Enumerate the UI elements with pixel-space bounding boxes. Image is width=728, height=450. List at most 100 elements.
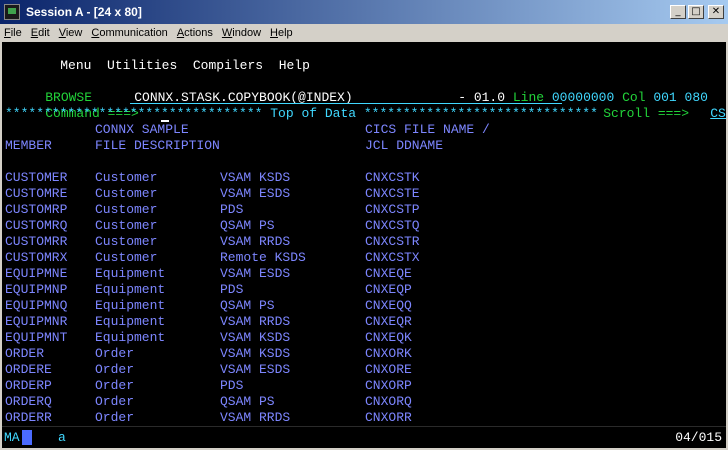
row-type: PDS [220, 202, 244, 217]
ispf-menu-utilities[interactable]: Utilities [107, 58, 177, 73]
ispf-menu-menu[interactable]: Menu [60, 58, 91, 73]
browse-header: BROWSE [14, 74, 92, 105]
row-desc: Order [95, 346, 135, 361]
row-member[interactable]: EQUIPMNP [5, 282, 67, 298]
row-dd: CNXCSTQ [365, 218, 420, 233]
row-desc: Customer [95, 218, 158, 233]
menu-actions[interactable]: Actions [177, 27, 213, 39]
row-dd: CNXEQR [365, 314, 412, 329]
row-dd: CNXCSTX [365, 250, 420, 265]
row-desc: Customer [95, 170, 158, 185]
row-desc: Order [95, 394, 135, 409]
status-indicator: MA [4, 430, 20, 445]
menu-file[interactable]: File [4, 27, 22, 39]
ispf-menu-help[interactable]: Help [279, 58, 310, 73]
oia-status-bar: MA a 04/015 [2, 426, 726, 448]
window-title: Session A - [24 x 80] [26, 5, 142, 19]
row-member[interactable]: CUSTOMER [5, 170, 67, 186]
dataset-name: CONNX.STASK.COPYBOOK(@INDEX) [134, 90, 353, 105]
status-field: a [58, 430, 66, 445]
command-input[interactable] [130, 90, 562, 122]
ispf-action-bar: Menu Utilities Compilers Help [29, 42, 310, 73]
row-desc: Order [95, 378, 135, 393]
row-dd: CNXORE [365, 362, 412, 377]
row-desc: Equipment [95, 330, 166, 345]
row-member[interactable]: EQUIPMNQ [5, 298, 67, 314]
command-label: Command ===> [45, 106, 139, 121]
row-dd: CNXEQQ [365, 298, 412, 313]
row-type: VSAM ESDS [220, 266, 291, 281]
top-of-data: ********************************* Top of… [5, 106, 598, 121]
row-desc: Equipment [95, 266, 166, 281]
row-desc: Equipment [95, 314, 166, 329]
row-desc: Customer [95, 202, 158, 217]
row-dd: CNXORQ [365, 394, 412, 409]
row-dd: CNXEQE [365, 266, 412, 281]
row-type: Remote KSDS [220, 250, 306, 265]
row-dd: CNXORP [365, 378, 412, 393]
row-dd: CNXORR [365, 410, 412, 425]
row-type: VSAM RRDS [220, 314, 291, 329]
row-member[interactable]: ORDERQ [5, 394, 52, 410]
header-desc-1: CONNX SAMPLE [95, 122, 189, 137]
row-type: VSAM ESDS [220, 186, 291, 201]
row-dd: CNXEQP [365, 282, 412, 297]
row-dd: CNXORK [365, 346, 412, 361]
row-desc: Customer [95, 250, 158, 265]
ispf-menu-compilers[interactable]: Compilers [193, 58, 263, 73]
row-desc: Equipment [95, 298, 166, 313]
row-member[interactable]: CUSTOMRE [5, 186, 67, 202]
close-icon[interactable]: ✕ [708, 5, 724, 19]
row-type: QSAM PS [220, 298, 275, 313]
row-member[interactable]: CUSTOMRX [5, 250, 67, 266]
row-dd: CNXCSTK [365, 170, 420, 185]
row-dd: CNXCSTR [365, 234, 420, 249]
window-titlebar: Session A - [24 x 80] _ □ ✕ [0, 0, 728, 24]
row-type: QSAM PS [220, 218, 275, 233]
row-type: VSAM KSDS [220, 330, 291, 345]
row-member[interactable]: ORDERE [5, 362, 52, 378]
row-type: VSAM RRDS [220, 410, 291, 425]
row-member[interactable]: CUSTOMRQ [5, 218, 67, 234]
row-desc: Equipment [95, 282, 166, 297]
menu-window[interactable]: Window [222, 27, 261, 39]
scroll-input[interactable]: CSR [679, 90, 726, 121]
row-type: VSAM RRDS [220, 234, 291, 249]
menu-edit[interactable]: Edit [31, 27, 50, 39]
row-member[interactable]: EQUIPMNE [5, 266, 67, 282]
header-member: MEMBER [5, 138, 52, 153]
row-dd: CNXCSTE [365, 186, 420, 201]
row-member[interactable]: EQUIPMNT [5, 330, 67, 346]
row-member[interactable]: ORDER [5, 346, 44, 362]
header-desc-2: FILE DESCRIPTION [95, 138, 220, 153]
row-type: VSAM KSDS [220, 346, 291, 361]
menu-view[interactable]: View [59, 27, 83, 39]
row-desc: Customer [95, 186, 158, 201]
row-type: PDS [220, 378, 244, 393]
terminal-screen[interactable]: Menu Utilities Compilers Help BROWSE CON… [2, 42, 726, 426]
row-dd: CNXCSTP [365, 202, 420, 217]
header-ddname-1: CICS FILE NAME / [365, 122, 490, 137]
minimize-icon[interactable]: _ [670, 5, 686, 19]
row-dd: CNXEQK [365, 330, 412, 345]
row-member[interactable]: CUSTOMRP [5, 202, 67, 218]
cursor-position: 04/015 [675, 430, 722, 445]
menu-help[interactable]: Help [270, 27, 293, 39]
status-block [22, 430, 32, 445]
row-member[interactable]: CUSTOMRR [5, 234, 67, 250]
maximize-icon[interactable]: □ [688, 5, 704, 19]
menu-bar: File Edit View Communication Actions Win… [0, 24, 728, 42]
header-ddname-2: JCL DDNAME [365, 138, 444, 153]
scroll-label: Scroll ===> [603, 106, 690, 121]
row-type: VSAM ESDS [220, 362, 291, 377]
row-type: QSAM PS [220, 394, 275, 409]
window-controls: _ □ ✕ [670, 5, 724, 19]
row-desc: Customer [95, 234, 158, 249]
terminal-app-icon[interactable] [4, 4, 20, 20]
row-member[interactable]: ORDERR [5, 410, 52, 426]
menu-communication[interactable]: Communication [91, 27, 167, 39]
row-member[interactable]: ORDERP [5, 378, 52, 394]
row-type: VSAM KSDS [220, 170, 291, 185]
browse-position: - 01.0 Line 00000000 Col 001 080 [458, 90, 708, 105]
row-member[interactable]: EQUIPMNR [5, 314, 67, 330]
